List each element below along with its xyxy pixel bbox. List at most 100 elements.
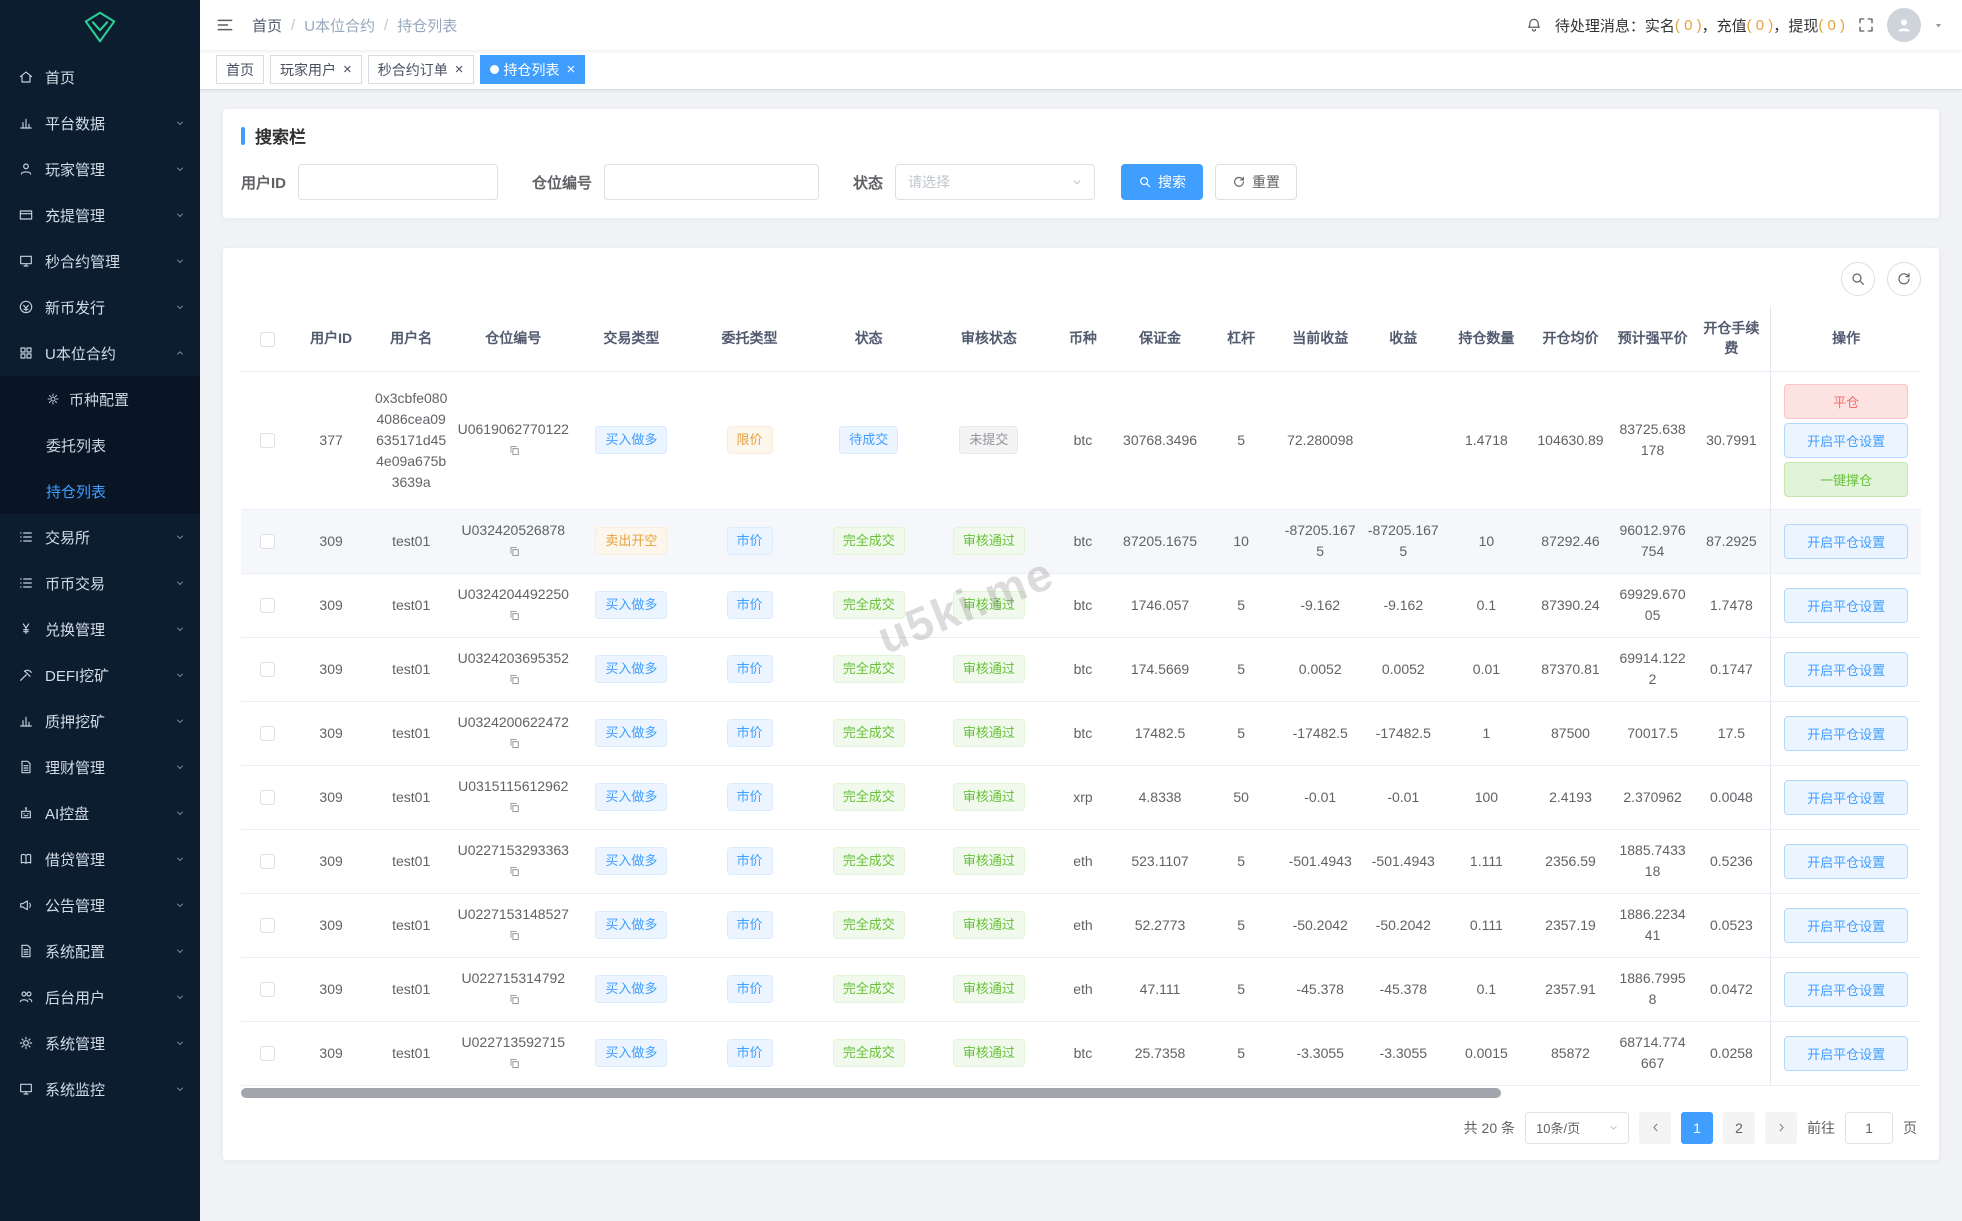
cell-status: 完全成交: [809, 1021, 928, 1086]
sidebar-collapse-button[interactable]: [200, 0, 250, 50]
open-close-settings-button[interactable]: 开启平仓设置: [1784, 587, 1909, 623]
sidebar-item-label: 公告管理: [45, 897, 106, 915]
sidebar-item-u-contract[interactable]: U本位合约: [0, 330, 200, 376]
sidebar-item-second-contract[interactable]: 秒合约管理: [0, 238, 200, 284]
copy-icon[interactable]: [508, 737, 521, 750]
breadcrumb-separator: /: [384, 16, 389, 34]
sidebar-item-coin-trade[interactable]: 币币交易: [0, 560, 200, 606]
copy-icon[interactable]: [508, 801, 521, 814]
open-close-settings-button[interactable]: 开启平仓设置: [1784, 843, 1909, 879]
copy-icon[interactable]: [508, 929, 521, 942]
row-checkbox[interactable]: [259, 918, 275, 934]
sidebar-item-system-monitor[interactable]: 系统监控: [0, 1066, 200, 1112]
prev-page-button[interactable]: [1639, 1111, 1671, 1144]
tab-player-users[interactable]: 玩家用户 ×: [270, 55, 362, 84]
open-close-settings-button[interactable]: 开启平仓设置: [1784, 651, 1909, 687]
open-close-settings-button[interactable]: 开启平仓设置: [1784, 971, 1909, 1007]
zoom-tool-button[interactable]: [1841, 262, 1875, 296]
select-all-checkbox[interactable]: [259, 331, 275, 347]
avatar[interactable]: [1887, 8, 1921, 42]
row-select-cell: [241, 893, 294, 958]
cell-current-profit: -50.2042: [1278, 893, 1363, 958]
cell-actions: 开启平仓设置: [1770, 1021, 1921, 1086]
sidebar-item-defi-mining[interactable]: DEFI挖矿: [0, 652, 200, 698]
fullscreen-icon[interactable]: [1857, 16, 1875, 34]
sidebar-item-deposit-withdraw[interactable]: 充提管理: [0, 192, 200, 238]
bell-icon[interactable]: [1525, 16, 1543, 34]
open-close-settings-button[interactable]: 开启平仓设置: [1784, 422, 1909, 458]
sidebar-item-new-coin-issue[interactable]: 新币发行: [0, 284, 200, 330]
copy-icon[interactable]: [508, 673, 521, 686]
open-close-settings-button[interactable]: 开启平仓设置: [1784, 523, 1909, 559]
page-number-button[interactable]: 1: [1681, 1111, 1713, 1144]
next-page-button[interactable]: [1765, 1111, 1797, 1144]
row-checkbox[interactable]: [259, 790, 275, 806]
row-checkbox[interactable]: [259, 662, 275, 678]
tab-second-contract-orders[interactable]: 秒合约订单 ×: [367, 55, 474, 84]
status-select[interactable]: 请选择: [895, 164, 1096, 200]
tab-home[interactable]: 首页: [216, 55, 264, 84]
cell-trade-type: 买入做多: [573, 893, 690, 958]
tab-close-icon[interactable]: ×: [455, 62, 464, 77]
sidebar-item-platform-data[interactable]: 平台数据: [0, 100, 200, 146]
caret-down-icon[interactable]: [1933, 20, 1944, 31]
copy-icon[interactable]: [508, 545, 521, 558]
page-number-button[interactable]: 2: [1723, 1111, 1755, 1144]
cell-leverage: 5: [1204, 573, 1279, 638]
user-id-input[interactable]: [298, 164, 499, 200]
sidebar-item-wealth-management[interactable]: 理财管理: [0, 744, 200, 790]
sidebar-item-swap-management[interactable]: 兑换管理: [0, 606, 200, 652]
reset-button[interactable]: 重置: [1215, 164, 1298, 200]
copy-icon[interactable]: [508, 993, 521, 1006]
cell-username: test01: [369, 1021, 454, 1086]
cell-open-price: 2357.91: [1528, 957, 1613, 1022]
refresh-tool-button[interactable]: [1887, 262, 1921, 296]
copy-icon[interactable]: [508, 1057, 521, 1070]
tab-close-icon[interactable]: ×: [567, 62, 576, 77]
sidebar-item-backend-users[interactable]: 后台用户: [0, 974, 200, 1020]
breadcrumb-item-home[interactable]: 首页: [252, 15, 282, 36]
sidebar-item-home[interactable]: 首页: [0, 54, 200, 100]
sidebar-item-announcement-management[interactable]: 公告管理: [0, 882, 200, 928]
row-checkbox[interactable]: [259, 1046, 275, 1062]
app-root: 首页 平台数据 玩家管理 充提管理 秒合约管理 新币发行 U本位合约 币种配置 委托列表 持仓列表…: [0, 0, 1962, 1221]
row-checkbox[interactable]: [259, 726, 275, 742]
open-close-settings-button[interactable]: 开启平仓设置: [1784, 715, 1909, 751]
sidebar-item-system-config[interactable]: 系统配置: [0, 928, 200, 974]
copy-icon[interactable]: [508, 865, 521, 878]
scrollbar-thumb[interactable]: [241, 1087, 1501, 1098]
chevron-down-icon: [174, 715, 186, 727]
open-close-settings-button[interactable]: 开启平仓设置: [1784, 779, 1909, 815]
one-click-position-button[interactable]: 一键撑仓: [1784, 461, 1909, 497]
cell-status-tag: 完全成交: [832, 975, 905, 1003]
copy-icon[interactable]: [508, 609, 521, 622]
position-no-input[interactable]: [604, 164, 820, 200]
open-close-settings-button[interactable]: 开启平仓设置: [1784, 1035, 1909, 1071]
sidebar-subitem-order-list[interactable]: 委托列表: [0, 422, 200, 468]
row-checkbox[interactable]: [259, 534, 275, 550]
sidebar-item-player-management[interactable]: 玩家管理: [0, 146, 200, 192]
tab-close-icon[interactable]: ×: [343, 62, 352, 77]
open-close-settings-button[interactable]: 开启平仓设置: [1784, 907, 1909, 943]
tab-position-list[interactable]: 持仓列表 ×: [479, 55, 586, 84]
cell-leverage: 50: [1204, 765, 1279, 830]
row-checkbox[interactable]: [259, 598, 275, 614]
row-checkbox[interactable]: [259, 854, 275, 870]
sidebar-item-system-management[interactable]: 系统管理: [0, 1020, 200, 1066]
sidebar-item-ai-control[interactable]: AI控盘: [0, 790, 200, 836]
sidebar-subitem-coin-config[interactable]: 币种配置: [0, 376, 200, 422]
cell-username: test01: [369, 573, 454, 638]
sidebar-item-staking-mining[interactable]: 质押挖矿: [0, 698, 200, 744]
row-checkbox[interactable]: [259, 433, 275, 449]
sidebar-item-lending-management[interactable]: 借贷管理: [0, 836, 200, 882]
goto-page-input[interactable]: [1845, 1111, 1893, 1144]
search-button[interactable]: 搜索: [1121, 164, 1204, 200]
cell-current-profit: -9.162: [1278, 573, 1363, 638]
copy-icon[interactable]: [508, 444, 521, 457]
sidebar-item-exchange[interactable]: 交易所: [0, 514, 200, 560]
chevron-down-icon: [174, 991, 186, 1003]
sidebar-subitem-position-list[interactable]: 持仓列表: [0, 468, 200, 514]
row-checkbox[interactable]: [259, 982, 275, 998]
page-size-select[interactable]: 10条/页: [1525, 1111, 1629, 1144]
close-position-button[interactable]: 平仓: [1784, 383, 1909, 419]
